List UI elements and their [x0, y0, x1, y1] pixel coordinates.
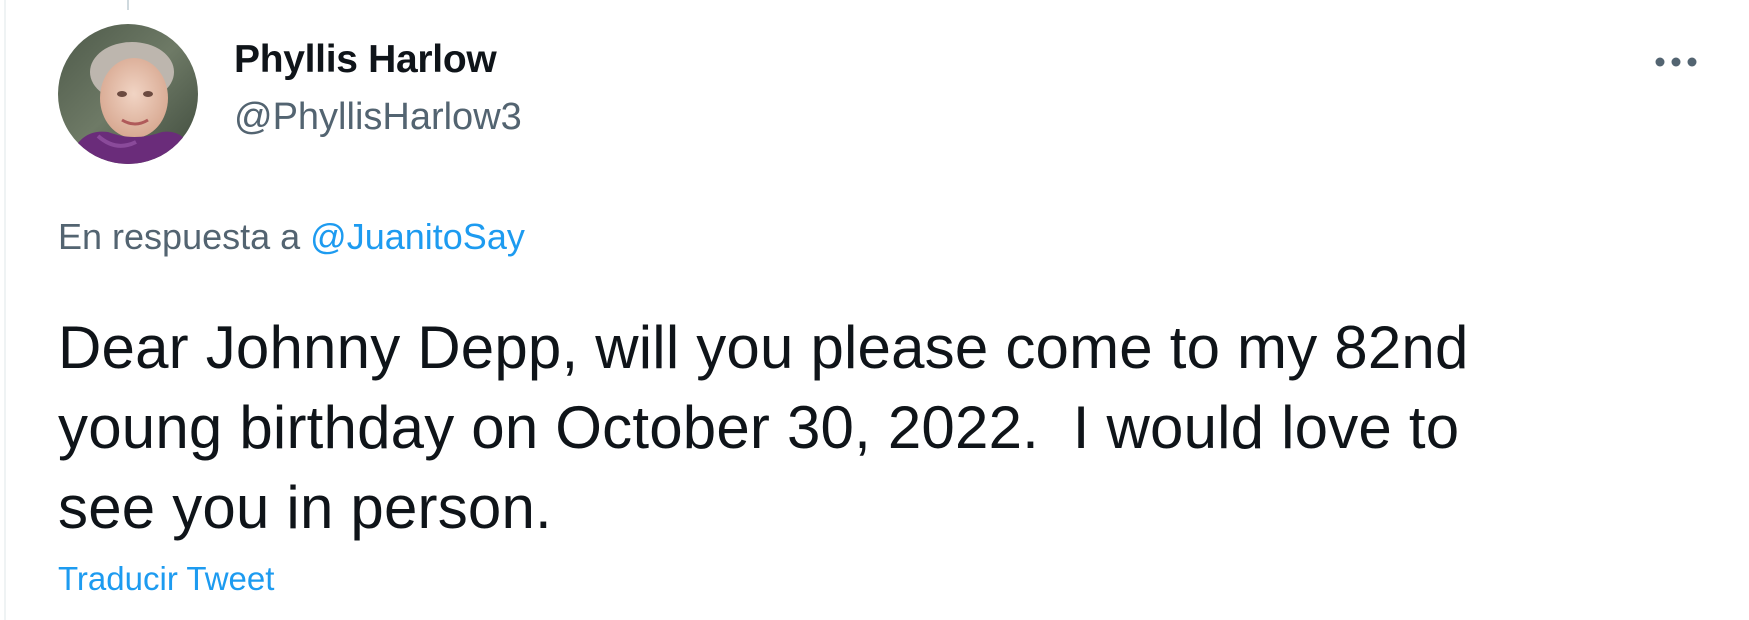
translate-tweet-link[interactable]: Traducir Tweet [58, 560, 274, 598]
thread-connector-line [127, 0, 129, 10]
author-handle[interactable]: @PhyllisHarlow3 [234, 96, 522, 139]
tweet-text: Dear Johnny Depp, will you please come t… [58, 314, 1469, 541]
more-options-button[interactable] [1646, 34, 1706, 90]
tweet-card[interactable]: Phyllis Harlow @PhyllisHarlow3 En respue… [4, 0, 1749, 620]
more-horizontal-icon [1655, 57, 1697, 67]
reply-context: En respuesta a @JuanitoSay [58, 216, 525, 258]
reply-mention-link[interactable]: @JuanitoSay [310, 216, 525, 257]
author-name[interactable]: Phyllis Harlow [234, 38, 497, 82]
reply-prefix: En respuesta a [58, 216, 311, 257]
avatar[interactable] [58, 24, 198, 164]
avatar-photo [58, 24, 198, 164]
